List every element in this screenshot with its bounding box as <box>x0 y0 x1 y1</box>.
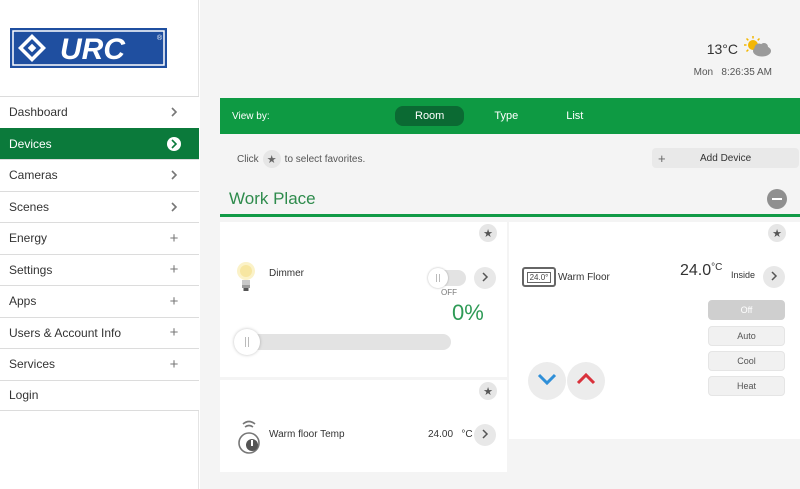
plus-icon: + <box>658 150 666 166</box>
dimmer-toggle[interactable] <box>428 268 466 288</box>
chevron-right-icon <box>167 168 181 182</box>
mode-heat-button[interactable]: Heat <box>708 376 785 396</box>
plus-icon: + <box>169 261 179 279</box>
favorites-hint: Click ★ to select favorites. <box>237 150 365 168</box>
svg-text:®: ® <box>157 34 163 42</box>
favorite-star-icon[interactable]: ★ <box>479 382 497 400</box>
sidebar-item-scenes[interactable]: Scenes <box>0 190 199 222</box>
thermostat-icon: 24.0° <box>522 267 556 287</box>
sidebar-item-label: Settings <box>9 262 53 277</box>
sidebar-item-login[interactable]: Login <box>0 379 199 411</box>
partly-cloudy-icon <box>742 36 772 61</box>
chevron-right-icon <box>770 268 778 286</box>
weather-temp: 13°C <box>706 40 738 57</box>
sidebar-item-label: Devices <box>9 136 52 151</box>
thermostat-unit: °C <box>711 262 723 273</box>
logo-text: URC <box>60 33 126 66</box>
hint-before: Click <box>237 153 259 165</box>
weather-day: Mon <box>693 67 714 78</box>
sidebar-item-apps[interactable]: Apps + <box>0 285 199 317</box>
section-title: Work Place <box>229 189 316 208</box>
favorite-star-icon[interactable]: ★ <box>479 224 497 242</box>
add-device-button[interactable]: + Add Device <box>652 148 799 168</box>
thermostat-temp: 24.0 <box>680 262 712 279</box>
warm-floor-temp-details-button[interactable] <box>474 424 496 446</box>
tab-type[interactable]: Type <box>476 106 536 126</box>
warm-floor-temp-value: 24.00 °C <box>428 429 473 440</box>
dimmer-name: Dimmer <box>269 268 304 279</box>
sidebar-item-cameras[interactable]: Cameras <box>0 159 199 191</box>
light-bulb-icon <box>236 260 256 299</box>
hint-after: to select favorites. <box>284 153 366 165</box>
sidebar-item-label: Services <box>9 357 56 372</box>
plus-icon: + <box>169 292 179 310</box>
dimmer-card: ★ Dimmer OFF 0% <box>220 222 507 377</box>
sidebar-nav: Dashboard Devices Cameras Scenes Energy + Sett… <box>0 96 199 411</box>
chevron-up-icon <box>576 372 596 390</box>
sidebar-item-users-account-info[interactable]: Users & Account Info + <box>0 316 199 348</box>
minus-icon <box>772 198 782 200</box>
add-device-label: Add Device <box>700 152 752 164</box>
warm-floor-location: Inside <box>731 270 756 280</box>
sidebar-item-label: Users & Account Info <box>9 325 122 340</box>
view-by-bar: View by: Room Type List <box>220 98 800 134</box>
dimmer-level: 0% <box>452 300 484 325</box>
temp-down-button[interactable] <box>528 362 566 400</box>
mode-off-button[interactable]: Off <box>708 300 785 320</box>
chevron-down-icon <box>537 372 557 390</box>
warm-floor-temp: 24.0°C <box>680 262 722 280</box>
sidebar-item-label: Login <box>9 388 39 403</box>
dimmer-slider-knob[interactable] <box>234 329 260 355</box>
chevron-right-icon <box>167 136 181 151</box>
toggle-knob[interactable] <box>428 268 448 288</box>
sidebar-item-services[interactable]: Services + <box>0 348 199 380</box>
sidebar-item-label: Cameras <box>9 168 58 183</box>
sidebar-item-label: Dashboard <box>9 105 68 120</box>
mode-cool-button[interactable]: Cool <box>708 351 785 371</box>
view-by-label: View by: <box>232 110 270 122</box>
weather-time: 8:26:35 AM <box>721 67 772 78</box>
thermostat-display: 24.0° <box>526 271 552 283</box>
sidebar-item-label: Apps <box>9 294 37 309</box>
temp-value: 24.00 <box>428 429 454 440</box>
tab-list[interactable]: List <box>548 106 601 126</box>
tab-room[interactable]: Room <box>395 106 465 126</box>
sidebar-item-label: Scenes <box>9 199 50 214</box>
temperature-sensor-icon <box>234 418 264 459</box>
dimmer-slider[interactable] <box>236 334 451 350</box>
warm-floor-details-button[interactable] <box>763 266 785 288</box>
dimmer-details-button[interactable] <box>474 267 496 289</box>
sidebar-item-label: Energy <box>9 231 48 246</box>
collapse-section-button[interactable] <box>767 189 787 209</box>
sidebar-item-dashboard[interactable]: Dashboard <box>0 96 199 128</box>
star-icon: ★ <box>262 150 281 168</box>
sidebar: URC ® Dashboard Devices Cameras Scenes Energ… <box>0 0 199 489</box>
urc-logo: URC ® <box>10 28 167 68</box>
warm-floor-name: Warm Floor <box>558 272 610 283</box>
favorite-star-icon[interactable]: ★ <box>768 224 786 242</box>
sidebar-item-settings[interactable]: Settings + <box>0 253 199 285</box>
sidebar-item-energy[interactable]: Energy + <box>0 222 199 254</box>
warm-floor-temp-name: Warm floor Temp <box>269 429 345 440</box>
temp-unit: °C <box>461 429 473 440</box>
chevron-right-icon <box>167 200 181 214</box>
sidebar-item-devices[interactable]: Devices <box>0 127 199 159</box>
plus-icon: + <box>169 324 179 342</box>
plus-icon: + <box>169 229 179 247</box>
dimmer-toggle-state: OFF <box>441 288 457 297</box>
chevron-right-icon <box>481 269 489 287</box>
section-divider <box>220 214 800 217</box>
warm-floor-temp-card: ★ Warm floor Temp 24.00 °C <box>220 380 507 472</box>
weather-widget: 13°C Mon 8:26:35 AM <box>694 36 772 78</box>
plus-icon: + <box>169 355 179 373</box>
chevron-right-icon <box>481 426 489 444</box>
temp-up-button[interactable] <box>567 362 605 400</box>
chevron-right-icon <box>167 105 181 119</box>
mode-auto-button[interactable]: Auto <box>708 326 785 346</box>
